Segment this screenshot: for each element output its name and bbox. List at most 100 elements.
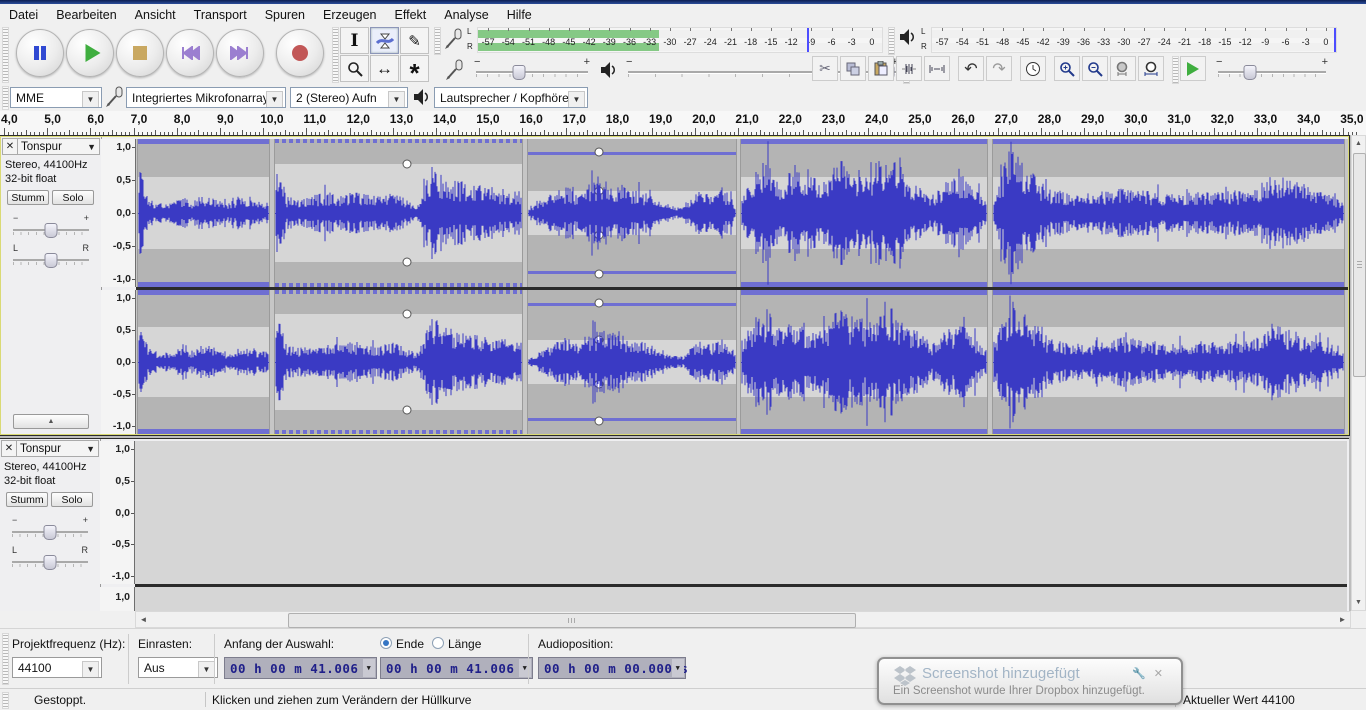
device-grip[interactable] xyxy=(2,86,9,110)
envelope-tool-button[interactable] xyxy=(370,27,399,54)
scroll-left-arrow[interactable]: ◄ xyxy=(136,612,151,627)
vertical-ruler[interactable]: 1,00,50,0-0,5-1,0 xyxy=(100,441,135,584)
selection-start-field[interactable]: 00 h 00 m 41.006 s▼ xyxy=(224,657,377,679)
timeshift-tool-button[interactable]: ↔ xyxy=(370,55,399,82)
pause-button[interactable] xyxy=(16,29,64,77)
scroll-right-arrow[interactable]: ► xyxy=(1335,612,1350,627)
close-icon[interactable]: ✕ xyxy=(1154,668,1171,680)
zoom-fit-button[interactable] xyxy=(1138,56,1164,81)
mute-button[interactable]: Stumm xyxy=(6,492,48,507)
menu-erzeugen[interactable]: Erzeugen xyxy=(314,6,386,24)
menu-ansicht[interactable]: Ansicht xyxy=(126,6,185,24)
settings-wrench-icon[interactable]: 🔧 xyxy=(1132,668,1154,680)
menu-hilfe[interactable]: Hilfe xyxy=(498,6,541,24)
menu-analyse[interactable]: Analyse xyxy=(435,6,497,24)
zoom-tool-button[interactable] xyxy=(340,55,369,82)
play-button[interactable] xyxy=(66,29,114,77)
transcription-grip[interactable] xyxy=(1172,56,1179,84)
zoom-in-button[interactable] xyxy=(1054,56,1080,81)
play-meter-grip[interactable] xyxy=(888,27,895,55)
paste-button[interactable] xyxy=(868,56,894,81)
gain-thumb[interactable] xyxy=(45,223,58,238)
empty-clip-right[interactable] xyxy=(135,587,1347,611)
gain-thumb[interactable] xyxy=(44,525,57,540)
vertical-scroll-thumb[interactable] xyxy=(1353,153,1366,377)
vertical-ruler[interactable]: 1,0 xyxy=(100,587,135,611)
empty-clip-left[interactable] xyxy=(135,441,1347,584)
vertical-ruler[interactable]: 1,00,50,0-0,5-1,0 xyxy=(101,139,136,287)
multi-tool-button[interactable]: * xyxy=(400,55,429,82)
speed-thumb[interactable] xyxy=(1244,65,1257,80)
vertical-ruler[interactable]: 1,00,50,0-0,5-1,0 xyxy=(101,290,136,434)
meter-db-label: -21 xyxy=(1178,37,1191,47)
zoom-out-button[interactable] xyxy=(1082,56,1108,81)
menu-transport[interactable]: Transport xyxy=(185,6,256,24)
output-device-combo[interactable]: Lautsprecher / Kopfhörer▼ xyxy=(434,87,588,108)
amplitude-label: -0,5 xyxy=(113,240,131,252)
tools-grip[interactable] xyxy=(332,27,339,83)
selection-tool-button[interactable]: I xyxy=(340,27,369,54)
menu-spuren[interactable]: Spuren xyxy=(256,6,314,24)
collapse-track-button[interactable]: ▲ xyxy=(13,414,89,429)
input-volume-slider[interactable]: −+ xyxy=(476,63,588,81)
track-name-dropdown[interactable]: Tonspur▼ xyxy=(17,440,99,457)
waveform-channel-right[interactable] xyxy=(136,290,1348,434)
pan-thumb[interactable] xyxy=(45,253,58,268)
skip-to-start-button[interactable] xyxy=(166,29,214,77)
sync-lock-button[interactable] xyxy=(1020,56,1046,81)
solo-button[interactable]: Solo xyxy=(52,190,94,205)
audio-position-field[interactable]: 00 h 00 m 00.000 s▼ xyxy=(538,657,686,679)
gain-slider[interactable]: −+ xyxy=(12,523,88,541)
selection-end-field[interactable]: 00 h 00 m 41.006 s▼ xyxy=(380,657,533,679)
stop-button[interactable] xyxy=(116,29,164,77)
project-rate-combo[interactable]: 44100▼ xyxy=(12,657,102,678)
dropbox-notification[interactable]: Screenshot hinzugefügt 🔧✕ Ein Screenshot… xyxy=(877,657,1183,705)
cut-button[interactable]: ✂ xyxy=(812,56,838,81)
skip-to-end-button[interactable] xyxy=(216,29,264,77)
draw-tool-button[interactable]: ✎ xyxy=(400,27,429,54)
input-channels-combo[interactable]: 2 (Stereo) Aufn▼ xyxy=(290,87,408,108)
horizontal-scrollbar[interactable]: ◄ ► xyxy=(135,611,1351,628)
copy-button[interactable] xyxy=(840,56,866,81)
zoom-selection-button[interactable] xyxy=(1110,56,1136,81)
gain-slider[interactable]: −+ xyxy=(13,221,89,239)
undo-button[interactable]: ↶ xyxy=(958,56,984,81)
close-track-button[interactable]: ✕ xyxy=(1,440,17,457)
toolbar-grip[interactable] xyxy=(2,27,9,83)
close-track-button[interactable]: ✕ xyxy=(2,138,18,155)
status-message: Klicken und ziehen zum Verändern der Hül… xyxy=(212,693,471,707)
record-button[interactable] xyxy=(276,29,324,77)
menu-effekt[interactable]: Effekt xyxy=(386,6,436,24)
amplitude-label: 1,0 xyxy=(115,443,130,455)
silence-audio-button[interactable] xyxy=(924,56,950,81)
input-device-combo[interactable]: Integriertes Mikrofonarray▼ xyxy=(126,87,286,108)
track-name-dropdown[interactable]: Tonspur▼ xyxy=(18,138,100,155)
meter-db-label: -39 xyxy=(1057,37,1070,47)
redo-button[interactable]: ↷ xyxy=(986,56,1012,81)
solo-button[interactable]: Solo xyxy=(51,492,93,507)
trim-audio-button[interactable] xyxy=(896,56,922,81)
horizontal-scroll-thumb[interactable] xyxy=(288,613,856,628)
input-volume-thumb[interactable] xyxy=(512,65,525,80)
pan-slider[interactable]: LR xyxy=(13,251,89,269)
selbar-grip[interactable] xyxy=(2,633,9,685)
play-at-speed-button[interactable] xyxy=(1180,56,1206,81)
record-meter[interactable]: L R -57-54-51-48-45-42-39-36-33-30-27-24… xyxy=(441,25,887,55)
menu-datei[interactable]: Datei xyxy=(0,6,47,24)
radio-end[interactable] xyxy=(380,637,392,649)
snap-to-combo[interactable]: Aus▼ xyxy=(138,657,218,678)
pan-slider[interactable]: LR xyxy=(12,553,88,571)
radio-length[interactable] xyxy=(432,637,444,649)
record-meter-grip[interactable] xyxy=(434,27,441,55)
timeline-ruler[interactable]: 4,05,06,07,08,09,010,011,012,013,014,015… xyxy=(0,111,1366,137)
menu-bearbeiten[interactable]: Bearbeiten xyxy=(47,6,125,24)
playback-speed-slider[interactable]: −+ xyxy=(1218,63,1326,81)
pan-thumb[interactable] xyxy=(44,555,57,570)
playback-meter[interactable]: L R -57-54-51-48-45-42-39-36-33-30-27-24… xyxy=(895,25,1341,55)
scroll-up-arrow[interactable]: ▲ xyxy=(1352,136,1365,151)
audio-host-combo[interactable]: MME▼ xyxy=(10,87,102,108)
vertical-scrollbar[interactable]: ▲ ▼ xyxy=(1351,135,1366,611)
mute-button[interactable]: Stumm xyxy=(7,190,49,205)
scroll-down-arrow[interactable]: ▼ xyxy=(1352,595,1365,610)
waveform-channel-left[interactable] xyxy=(136,139,1348,287)
